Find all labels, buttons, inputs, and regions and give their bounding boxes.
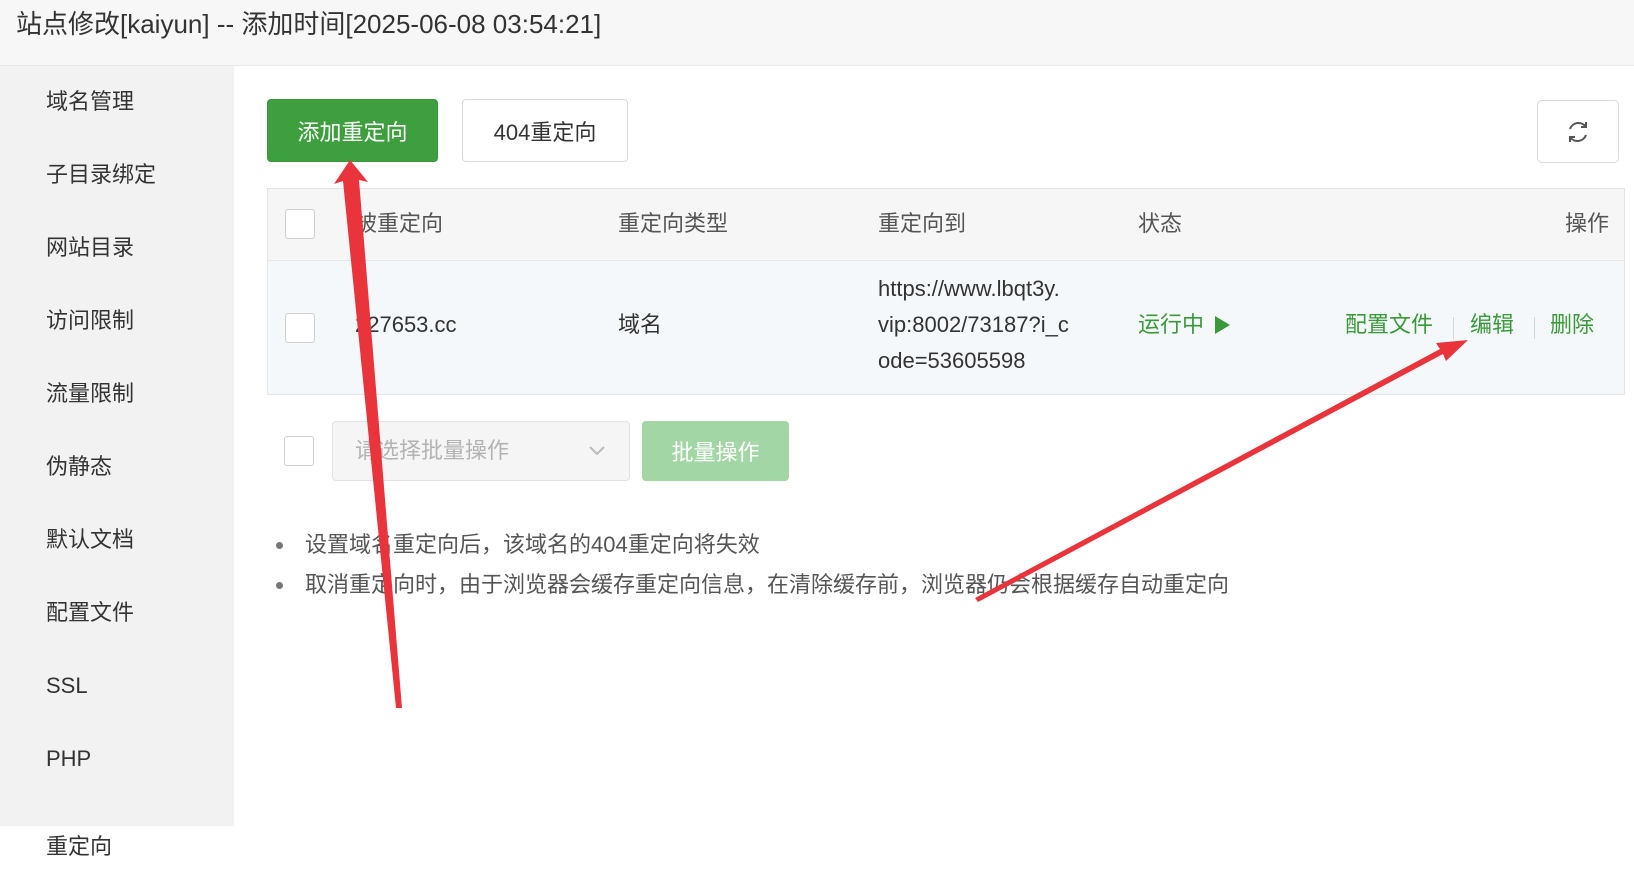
sidebar-item-php[interactable]: PHP	[46, 744, 91, 774]
sidebar-item-ssl[interactable]: SSL	[46, 671, 88, 701]
redirect-404-button[interactable]: 404重定向	[462, 99, 628, 162]
row-source: 227653.cc	[355, 312, 457, 337]
sidebar-item-redirect-active[interactable]: 重定向	[0, 826, 234, 872]
window-title: 站点修改[kaiyun] -- 添加时间[2025-06-08 03:54:21…	[16, 9, 602, 39]
window-titlebar: 站点修改[kaiyun] -- 添加时间[2025-06-08 03:54:21…	[0, 0, 1634, 66]
header-type: 重定向类型	[618, 211, 729, 236]
note-item: 取消重定向时，由于浏览器会缓存重定向信息，在清除缓存前，浏览器仍会根据缓存自动重…	[270, 565, 1229, 605]
table-row: 227653.cc 域名 https://www.lbqt3y. vip:800…	[268, 261, 1624, 394]
batch-checkbox[interactable]	[284, 436, 314, 466]
sidebar: 域名管理 子目录绑定 网站目录 访问限制 流量限制 伪静态 默认文档 配置文件 …	[0, 66, 234, 826]
add-redirect-button[interactable]: 添加重定向	[267, 99, 438, 162]
status-text: 运行中	[1138, 312, 1205, 337]
row-checkbox[interactable]	[285, 313, 315, 343]
sidebar-item-access-limit[interactable]: 访问限制	[46, 306, 134, 336]
sidebar-item-domain[interactable]: 域名管理	[46, 87, 134, 117]
sidebar-item-redirect[interactable]: 重定向	[46, 832, 112, 862]
action-separator	[1534, 317, 1535, 339]
select-all-checkbox[interactable]	[285, 209, 315, 239]
row-target-line-1: https://www.lbqt3y.	[878, 276, 1060, 301]
action-separator	[1453, 317, 1454, 339]
header-target: 重定向到	[878, 211, 967, 236]
header-actions: 操作	[1564, 211, 1609, 236]
chevron-down-icon	[589, 446, 605, 456]
redirect-table: 被重定向 重定向类型 重定向到 状态 操作 227653.cc 域名 https…	[267, 188, 1625, 395]
delete-link[interactable]: 删除	[1550, 307, 1594, 343]
sidebar-item-default-doc[interactable]: 默认文档	[46, 525, 134, 555]
sidebar-item-site-directory[interactable]: 网站目录	[46, 233, 134, 263]
refresh-button[interactable]	[1537, 100, 1619, 163]
row-status[interactable]: 运行中	[1138, 307, 1232, 343]
batch-select-placeholder: 请选择批量操作	[355, 438, 510, 463]
refresh-icon	[1569, 121, 1587, 142]
sidebar-item-subdirectory[interactable]: 子目录绑定	[46, 160, 156, 190]
sidebar-item-traffic-limit[interactable]: 流量限制	[46, 379, 134, 409]
note-item: 设置域名重定向后，该域名的404重定向将失效	[270, 525, 1229, 565]
row-type: 域名	[618, 312, 663, 337]
batch-select[interactable]: 请选择批量操作	[332, 421, 630, 481]
annotation-arrows	[334, 160, 1468, 708]
header-source: 被重定向	[355, 211, 444, 236]
sidebar-item-config-file[interactable]: 配置文件	[46, 598, 134, 628]
batch-operation-button[interactable]: 批量操作	[642, 421, 789, 481]
sidebar-item-rewrite[interactable]: 伪静态	[46, 452, 112, 482]
edit-link[interactable]: 编辑	[1470, 307, 1514, 343]
table-header: 被重定向 重定向类型 重定向到 状态 操作	[268, 189, 1624, 261]
config-file-link[interactable]: 配置文件	[1345, 307, 1433, 343]
notes-list: 设置域名重定向后，该域名的404重定向将失效 取消重定向时，由于浏览器会缓存重定…	[270, 525, 1229, 605]
header-status: 状态	[1138, 211, 1183, 236]
row-target-line-2: vip:8002/73187?i_c	[878, 312, 1069, 337]
row-target-line-3: ode=53605598	[878, 348, 1026, 373]
play-icon	[1215, 316, 1231, 334]
